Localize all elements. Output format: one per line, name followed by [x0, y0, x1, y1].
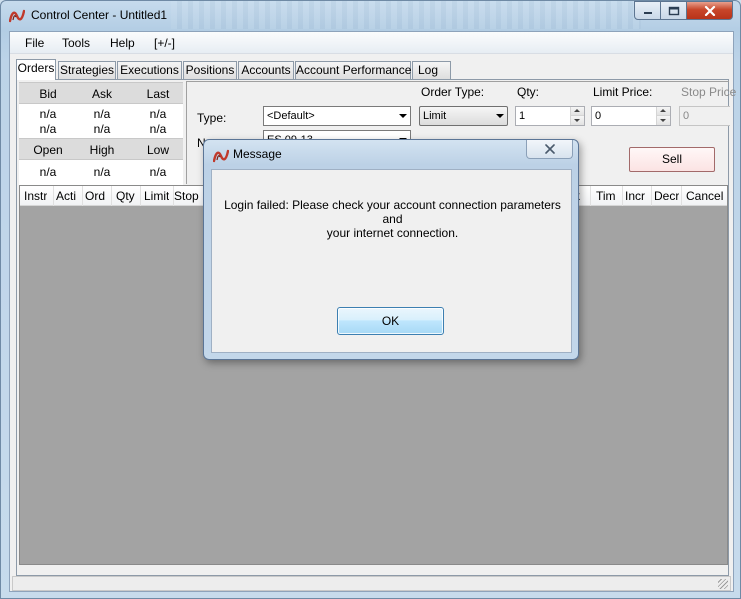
col-instrument[interactable]: Instr	[24, 189, 47, 203]
dialog-body: Login failed: Please check your account …	[211, 169, 572, 353]
close-button[interactable]	[687, 1, 733, 20]
qty-stepper-buttons	[570, 107, 584, 125]
sell-button[interactable]: Sell	[629, 147, 715, 172]
type-dropdown[interactable]: <Default>	[263, 106, 411, 126]
limit-price-stepper[interactable]: 0	[591, 106, 671, 126]
tab-log[interactable]: Log	[412, 61, 451, 79]
high-header: High	[89, 143, 115, 157]
low-header: Low	[146, 143, 169, 157]
close-icon	[704, 5, 715, 16]
low-value: n/a	[149, 165, 167, 179]
dialog-message-line-1: Login failed: Please check your account …	[224, 198, 561, 226]
order-type-dropdown[interactable]: Limit	[419, 106, 508, 126]
qty-decrease-icon[interactable]	[571, 116, 584, 125]
control-center-window: Control Center - Untitled1 File Tools He…	[0, 0, 741, 599]
ask-size: n/a	[93, 122, 111, 136]
tab-positions[interactable]: Positions	[183, 61, 237, 79]
dialog-message: Login failed: Please check your account …	[220, 198, 565, 240]
limit-price-increase-icon[interactable]	[657, 107, 670, 116]
menu-toggle-expand[interactable]: [+/-]	[154, 36, 175, 50]
column-divider	[82, 186, 83, 206]
high-value: n/a	[93, 165, 111, 179]
window-title: Control Center - Untitled1	[31, 8, 168, 22]
limit-price-stepper-buttons	[656, 107, 670, 125]
last-header: Last	[146, 87, 170, 101]
type-value: <Default>	[267, 110, 315, 122]
ok-button[interactable]: OK	[337, 307, 444, 335]
col-action[interactable]: Acti	[56, 189, 76, 203]
title-bar[interactable]: Control Center - Untitled1	[1, 1, 740, 31]
column-divider	[140, 186, 141, 206]
bid-header: Bid	[39, 87, 57, 101]
qty-value: 1	[519, 110, 526, 122]
col-decrease[interactable]: Decr	[654, 189, 679, 203]
col-increase[interactable]: Incr	[625, 189, 645, 203]
col-qty[interactable]: Qty	[116, 189, 135, 203]
tab-executions[interactable]: Executions	[117, 61, 182, 79]
quote-header-row-2: Open High Low	[19, 138, 183, 160]
col-stop[interactable]: Stop	[174, 189, 199, 203]
tab-account-performance[interactable]: Account Performance	[295, 61, 411, 79]
menu-help[interactable]: Help	[110, 36, 135, 50]
order-type-value: Limit	[423, 110, 447, 122]
background-window-caption-stripe	[171, 1, 641, 29]
last-value: n/a	[149, 107, 167, 121]
market-quote-panel: Bid Ask Last n/a n/a n/a n/a n/a n/a Ope…	[19, 82, 183, 185]
tab-strip: Orders Strategies Executions Positions A…	[16, 59, 451, 80]
stop-price-value: 0	[683, 110, 690, 122]
ninjatrader-logo-icon	[213, 149, 229, 163]
quote-header-row-1: Bid Ask Last	[19, 82, 183, 104]
column-divider	[590, 186, 591, 206]
resize-grip-icon[interactable]	[718, 579, 728, 589]
stop-price-stepper: 0	[679, 106, 730, 126]
col-order-type[interactable]: Ord	[85, 189, 105, 203]
last-size: n/a	[149, 122, 167, 136]
tab-orders[interactable]: Orders	[16, 59, 56, 80]
limit-price-label: Limit Price:	[593, 85, 653, 99]
ask-header: Ask	[91, 87, 112, 101]
limit-price-value: 0	[595, 110, 602, 122]
col-limit[interactable]: Limit	[144, 189, 169, 203]
ask-value: n/a	[93, 107, 111, 121]
dialog-title: Message	[233, 147, 282, 161]
tab-strategies[interactable]: Strategies	[58, 61, 116, 79]
maximize-icon	[668, 6, 679, 15]
open-header: Open	[33, 143, 63, 157]
type-label: Type:	[197, 111, 227, 125]
dialog-close-button[interactable]	[526, 140, 573, 159]
close-icon	[544, 144, 555, 154]
column-divider	[651, 186, 652, 206]
column-divider	[53, 186, 54, 206]
status-bar	[12, 576, 731, 591]
menu-file[interactable]: File	[25, 36, 44, 50]
bid-value: n/a	[39, 107, 57, 121]
message-dialog: Message Login failed: Please check your …	[203, 139, 579, 360]
col-time-in-force[interactable]: Tim	[596, 189, 616, 203]
ninjatrader-logo-icon	[9, 9, 25, 23]
menu-tools[interactable]: Tools	[62, 36, 90, 50]
stop-price-label: Stop Price	[681, 85, 737, 99]
order-type-label: Order Type:	[421, 85, 485, 99]
qty-stepper[interactable]: 1	[515, 106, 585, 126]
column-divider	[111, 186, 112, 206]
chevron-down-icon	[496, 114, 504, 118]
column-divider	[622, 186, 623, 206]
col-cancel[interactable]: Cancel	[686, 189, 723, 203]
chevron-down-icon	[399, 114, 407, 118]
limit-price-decrease-icon[interactable]	[657, 116, 670, 125]
tab-accounts[interactable]: Accounts	[238, 61, 294, 79]
maximize-button[interactable]	[661, 1, 687, 20]
dialog-message-line-2: your internet connection.	[326, 226, 459, 240]
minimize-icon	[643, 11, 652, 14]
qty-increase-icon[interactable]	[571, 107, 584, 116]
minimize-button[interactable]	[634, 1, 661, 20]
bid-size: n/a	[39, 122, 57, 136]
qty-label: Qty:	[517, 85, 540, 99]
open-value: n/a	[39, 165, 57, 179]
menu-bar: File Tools Help [+/-]	[10, 32, 733, 54]
column-divider	[681, 186, 682, 206]
